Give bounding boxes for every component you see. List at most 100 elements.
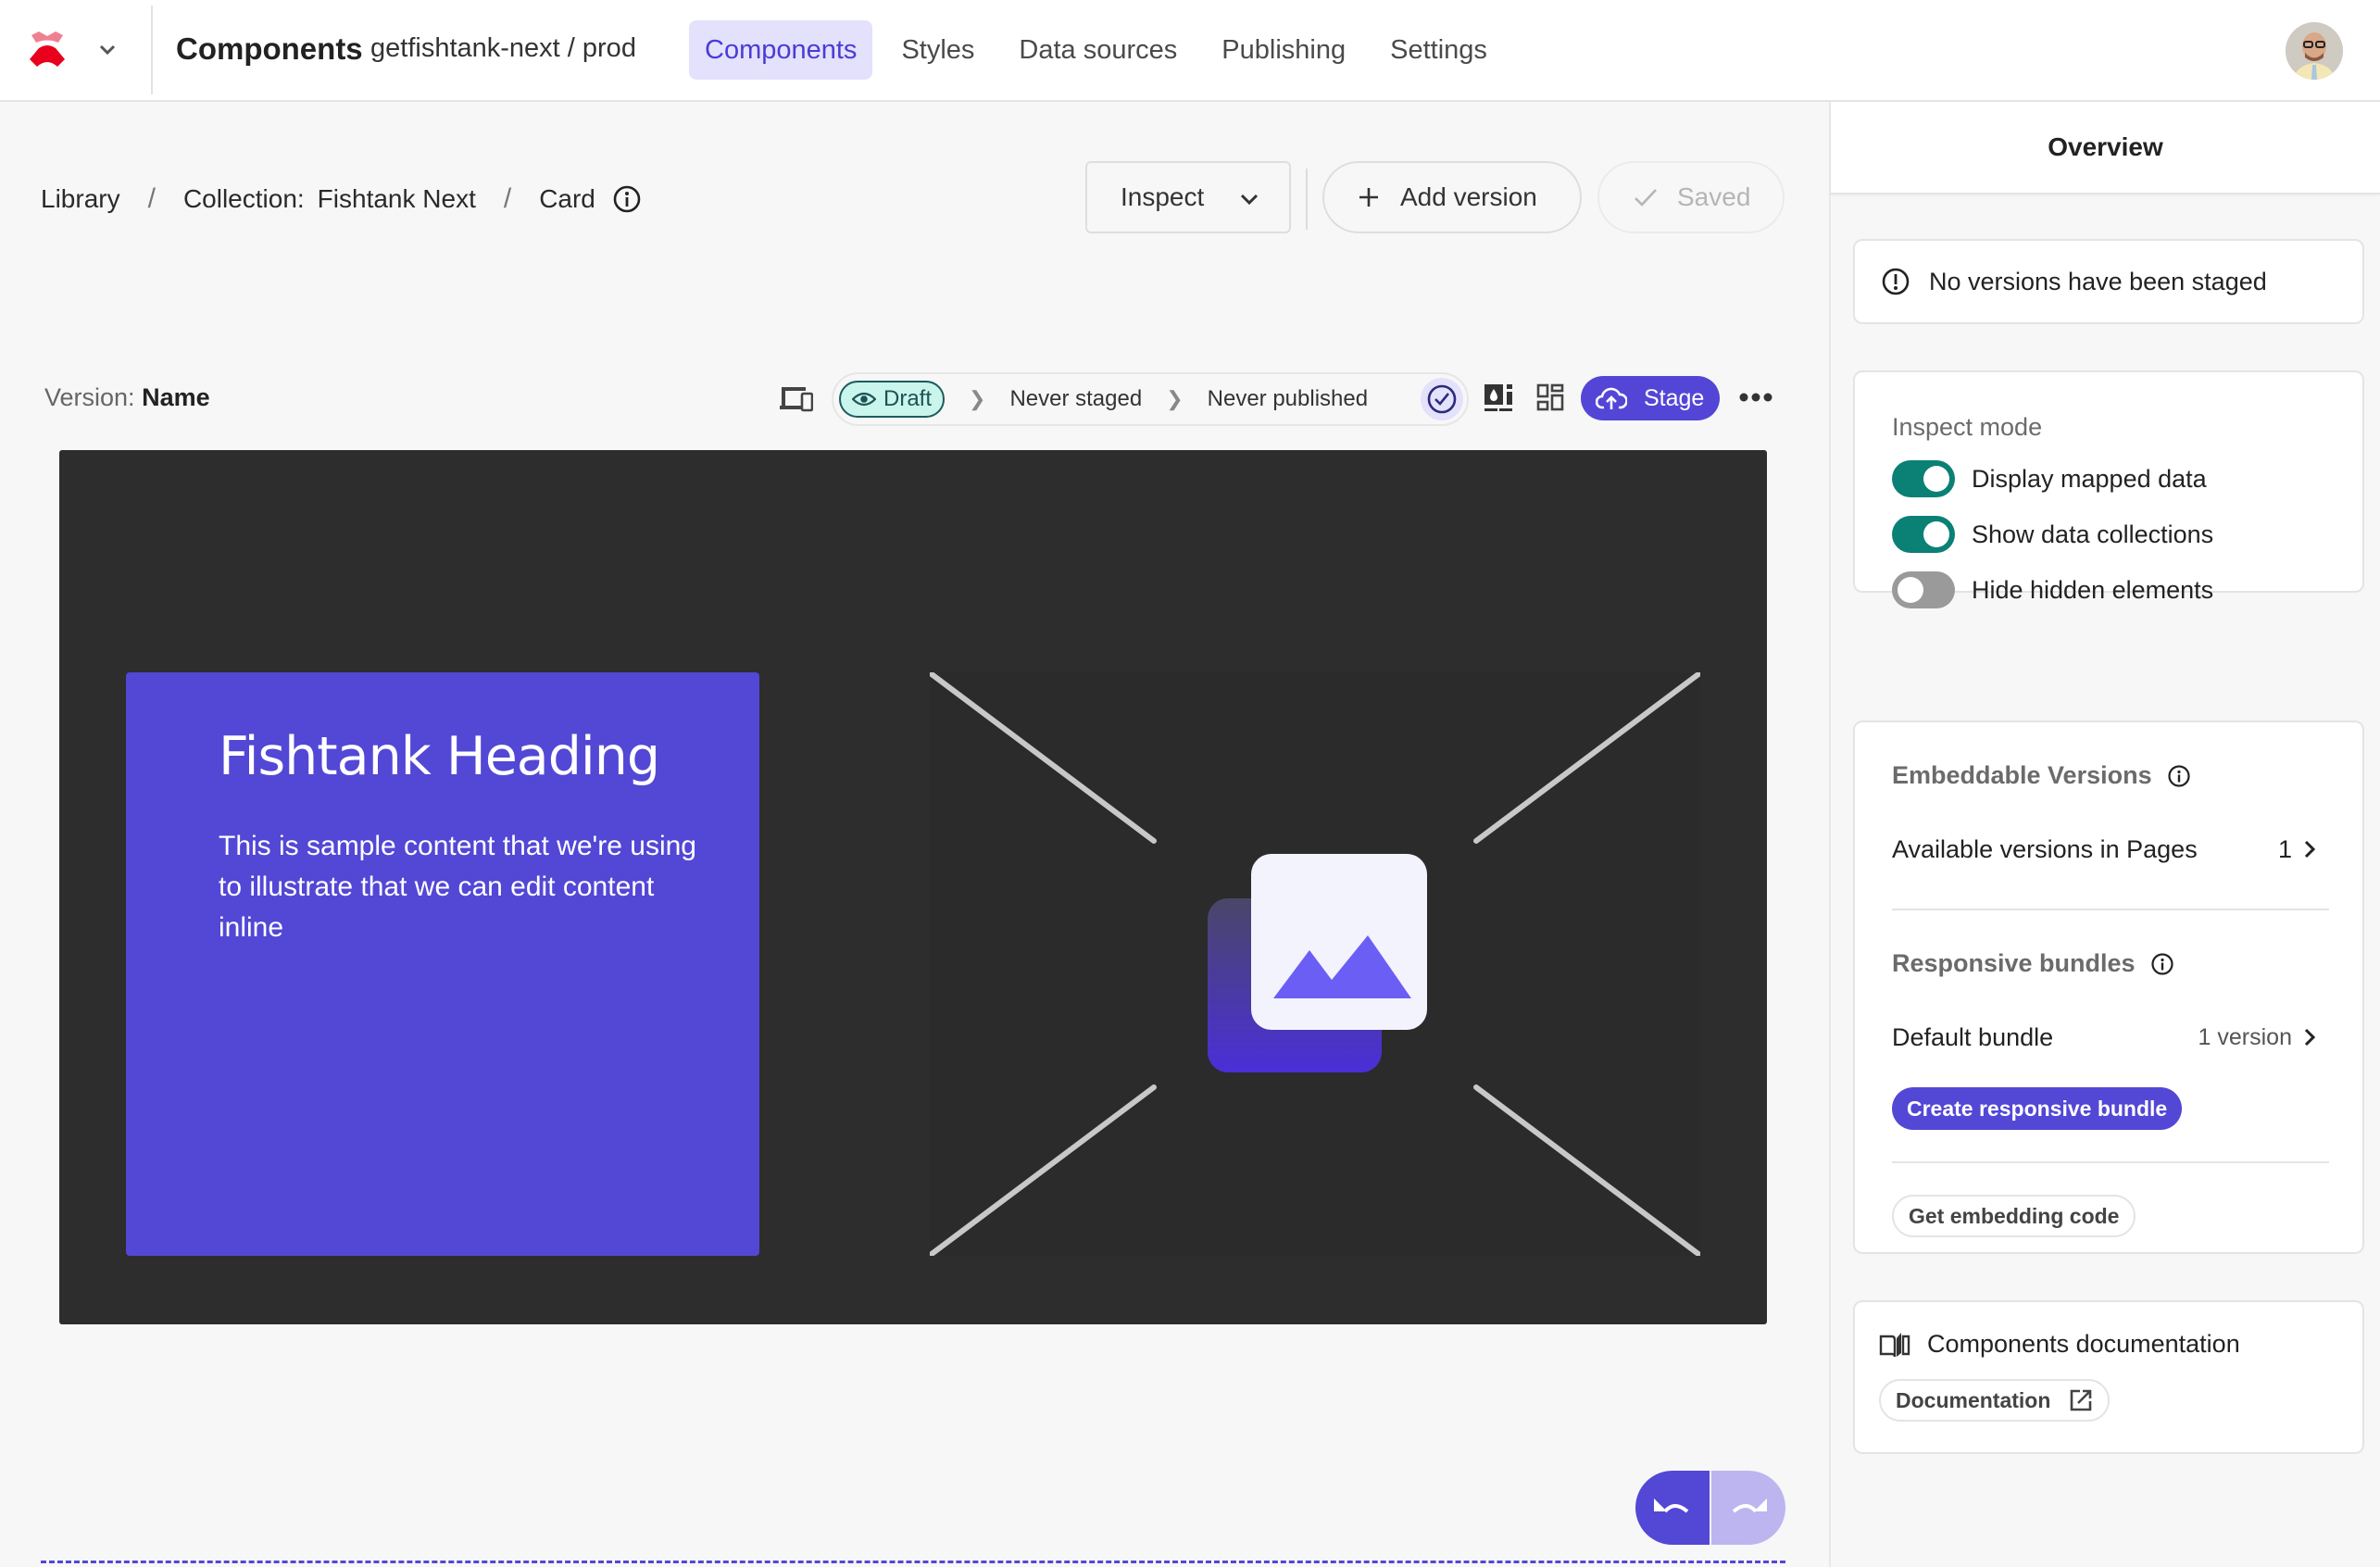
breadcrumb-separator: / (147, 183, 156, 214)
saved-button: Saved (1597, 161, 1785, 233)
draft-label: Draft (883, 386, 933, 411)
divider (1306, 169, 1308, 230)
breadcrumb-collection[interactable]: Fishtank Next (318, 184, 476, 214)
check-icon (1635, 189, 1657, 207)
staged-notice-text: No versions have been staged (1929, 267, 2267, 295)
stage-button[interactable]: Stage (1581, 376, 1720, 420)
cloud-upload-icon (1596, 387, 1627, 409)
card-heading[interactable]: Fishtank Heading (219, 726, 660, 787)
app-title: Components (176, 31, 363, 66)
image-icon (1208, 854, 1427, 1072)
breadcrumb: Library / Collection: Fishtank Next / Ca… (41, 183, 642, 215)
redo-button[interactable] (1711, 1471, 1785, 1545)
external-link-icon (2071, 1389, 2092, 1411)
right-panel: Overview No versions have been staged In… (1829, 102, 2380, 1567)
check-circle-icon (1427, 384, 1457, 414)
layout-grid-icon[interactable] (1536, 383, 1564, 413)
top-bar: Components getfishtank-next / prod Compo… (0, 0, 2380, 102)
add-version-label: Add version (1400, 182, 1537, 211)
style-mode-icon[interactable] (1484, 383, 1513, 413)
chevron-down-icon (1240, 194, 1259, 206)
info-icon[interactable] (612, 184, 642, 214)
card-content-panel[interactable]: Fishtank Heading This is sample content … (126, 672, 759, 1256)
embeddable-versions-title: Embeddable Versions (1892, 761, 2325, 790)
sitecore-logo-icon[interactable] (28, 31, 67, 69)
tab-styles[interactable]: Styles (885, 20, 990, 80)
stage-label: Stage (1644, 384, 1705, 411)
section-title: Responsive bundles (1892, 949, 2136, 977)
available-versions-label: Available versions in Pages (1892, 834, 2198, 863)
card-body-text[interactable]: This is sample content that we're using … (219, 826, 700, 948)
version-status-pipeline: Draft ❯ Never staged ❯ Never published (832, 372, 1469, 426)
create-responsive-bundle-button[interactable]: Create responsive bundle (1892, 1087, 2183, 1130)
user-avatar-icon (2286, 22, 2343, 80)
inspect-mode-title: Inspect mode (1892, 413, 2043, 441)
component-canvas[interactable]: Fishtank Heading This is sample content … (59, 450, 1767, 1324)
toggle-label: Show data collections (1972, 520, 2214, 548)
documentation-title: Components documentation (1879, 1330, 2362, 1359)
image-placeholder[interactable] (930, 672, 1700, 1256)
chevron-right-icon: ❯ (1166, 387, 1184, 410)
inspect-dropdown[interactable]: Inspect (1085, 161, 1291, 233)
image-placeholder-graphic (930, 672, 1700, 1256)
divider (1892, 1161, 2329, 1163)
breadcrumb-library[interactable]: Library (41, 184, 120, 214)
undo-button[interactable] (1635, 1471, 1710, 1545)
alert-circle-icon (1882, 268, 1910, 295)
available-versions-row[interactable]: Available versions in Pages 1 (1892, 831, 2325, 868)
info-icon[interactable] (2167, 764, 2191, 788)
version-name[interactable]: Name (142, 383, 210, 411)
project-path[interactable]: getfishtank-next / prod (370, 33, 636, 64)
toggle-display-mapped-data[interactable]: Display mapped data (1892, 460, 2362, 497)
chevron-down-icon[interactable] (96, 39, 119, 61)
avatar[interactable] (2286, 22, 2343, 80)
tab-data-sources[interactable]: Data sources (1003, 20, 1193, 80)
toggle-switch[interactable] (1892, 571, 1955, 608)
toggle-show-data-collections[interactable]: Show data collections (1892, 516, 2362, 553)
toggle-switch[interactable] (1892, 516, 1955, 553)
section-title: Embeddable Versions (1892, 761, 2152, 789)
undo-icon (1654, 1498, 1689, 1513)
documentation-title-text: Components documentation (1927, 1330, 2240, 1358)
tab-components[interactable]: Components (689, 20, 873, 80)
chevron-right-icon: ❯ (969, 387, 986, 410)
tab-publishing[interactable]: Publishing (1206, 20, 1361, 80)
selection-boundary (41, 1561, 1785, 1563)
draft-status-badge[interactable]: Draft (839, 381, 946, 418)
chevron-right-icon (2304, 1028, 2316, 1047)
book-open-icon (1879, 1332, 1910, 1357)
embeddable-versions-card: Embeddable Versions Available versions i… (1853, 721, 2364, 1254)
add-version-button[interactable]: Add version (1322, 161, 1582, 233)
toggle-hide-hidden-elements[interactable]: Hide hidden elements (1892, 571, 2362, 608)
get-embedding-code-button[interactable]: Get embedding code (1892, 1195, 2136, 1237)
available-versions-count: 1 (2277, 834, 2292, 863)
info-icon[interactable] (2150, 952, 2174, 976)
eye-icon (852, 392, 876, 407)
published-check-indicator (1421, 378, 1463, 420)
version-label: Version: Name (44, 383, 210, 412)
breadcrumb-current: Card (539, 184, 595, 213)
main-nav: Components Styles Data sources Publishin… (689, 20, 1516, 80)
breadcrumb-separator: / (503, 183, 512, 214)
panel-header: Overview (1831, 102, 2380, 194)
divider (151, 6, 153, 94)
documentation-card: Components documentation Documentation (1853, 1300, 2364, 1454)
chevron-right-icon (2304, 840, 2316, 859)
staged-status: Never staged (1009, 386, 1143, 411)
inspect-mode-card: Inspect mode Display mapped data Show da… (1853, 370, 2364, 608)
default-bundle-row[interactable]: Default bundle 1 version (1892, 1019, 2325, 1056)
redo-icon (1732, 1498, 1767, 1513)
inspect-label: Inspect (1121, 182, 1205, 211)
default-bundle-label: Default bundle (1892, 1022, 2054, 1051)
responsive-bundles-title: Responsive bundles (1892, 949, 2325, 978)
more-options-icon[interactable] (1739, 383, 1772, 411)
responsive-devices-icon[interactable] (778, 385, 813, 413)
published-status: Never published (1207, 386, 1369, 411)
saved-label: Saved (1677, 182, 1751, 211)
tab-settings[interactable]: Settings (1374, 20, 1503, 80)
documentation-button[interactable]: Documentation (1879, 1379, 2111, 1422)
plus-icon (1359, 188, 1378, 207)
toggle-switch[interactable] (1892, 460, 1955, 497)
breadcrumb-collection-label: Collection: (182, 184, 305, 213)
default-bundle-count: 1 version (2198, 1023, 2292, 1050)
